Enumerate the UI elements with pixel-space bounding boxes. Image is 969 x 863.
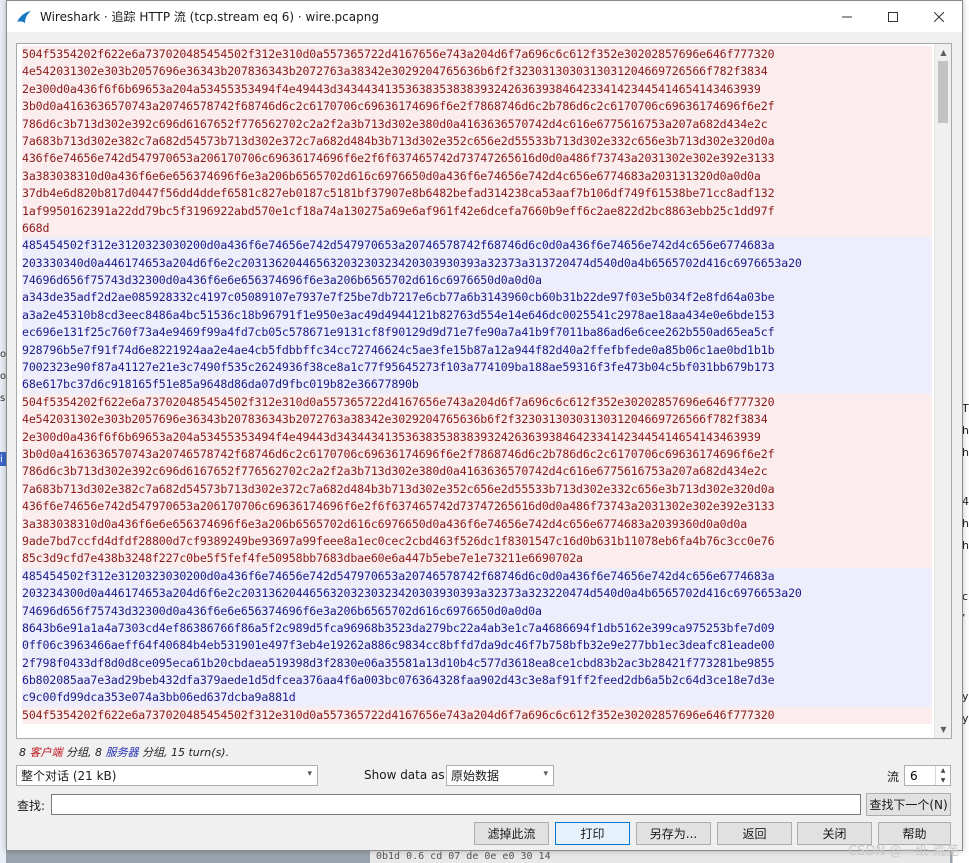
window-controls xyxy=(824,1,962,32)
spin-up-icon[interactable]: ▲ xyxy=(936,766,950,776)
server-stream-line: 2f798f0433df8d0d8ce095eca61b20cbdaea5193… xyxy=(22,654,932,673)
packets-word: 分组, xyxy=(142,746,168,759)
client-stream-line: 3b0d0a4163636570743a20746578742f68746d6c… xyxy=(22,445,932,464)
stream-number-value: 6 xyxy=(910,768,918,783)
server-stream-line: 7002323e90f87a41127e21e3c7490f535c262493… xyxy=(22,359,932,377)
close-icon[interactable] xyxy=(916,1,962,32)
client-stream-line: 85c3d9cfd7e438b3248f227c0be5f5fef4fe5095… xyxy=(22,550,932,568)
vertical-scrollbar[interactable]: ▲ ▼ xyxy=(934,44,951,738)
server-stream-line: ec696e131f25c760f73a4e9469f99a4fd7cb05c5… xyxy=(22,324,932,342)
client-stream-line: 504f5354202f622e6a737020485454502f312e31… xyxy=(22,706,932,725)
client-stream-line: 3b0d0a4163636570743a20746578742f68746d6c… xyxy=(22,98,932,116)
server-stream-line: 203234300d0a446174653a204d6f6e2c20313620… xyxy=(22,585,932,603)
client-stream-line: 786d6c3b713d302e392c696d6167652f77656270… xyxy=(22,115,932,133)
client-stream-line: 668d xyxy=(22,219,932,238)
bg-right-fragment: h xyxy=(962,517,969,530)
bg-right-fragment: h xyxy=(962,424,969,437)
stream-stats: 8 客户端 分组, 8 服务器 分组, 15 turn(s). xyxy=(19,744,229,760)
stream-content-pane[interactable]: 504f5354202f622e6a737020485454502f312e31… xyxy=(16,43,952,739)
client-stream-line: 3a383038310d0a436f6e6e656374696f6e3a206b… xyxy=(22,167,932,186)
spin-down-icon[interactable]: ▼ xyxy=(936,776,950,786)
minimize-icon[interactable] xyxy=(824,1,870,32)
client-stream-line: 436f6e74656e742d547970653a206170706c6963… xyxy=(22,498,932,516)
client-stream-line: 436f6e74656e742d547970653a206170706c6963… xyxy=(22,150,932,168)
packets-word: 分组, xyxy=(66,746,92,759)
client-stream-line: 4e542031302e303b2057696e36343b207836343b… xyxy=(22,63,932,81)
bg-left-fragment: s xyxy=(0,393,6,404)
server-stream-line: 74696d656f75743d32300d0a436f6e6e65637469… xyxy=(22,272,932,290)
server-stream-line: 485454502f312e3120323030200d0a436f6e7465… xyxy=(22,237,932,255)
server-stream-line: c9c00fd99dca353e074a3bb06ed637dcba9a881d xyxy=(22,689,932,707)
show-data-label: Show data as xyxy=(364,768,445,782)
client-stream-line: 4e542031302e303b2057696e36343b207836343b… xyxy=(22,411,932,429)
scroll-down-arrow-icon[interactable]: ▼ xyxy=(935,721,952,738)
client-stream-line: 504f5354202f622e6a737020485454502f312e31… xyxy=(22,46,932,64)
client-stream-line: 1af9950162391a22dd79bc5f3196922abd570e1c… xyxy=(22,202,932,220)
server-stream-line: 6b802085aa7e3ad29beb432dfa379aede1d5dfce… xyxy=(22,672,932,690)
chevron-down-icon: ▾ xyxy=(307,769,312,779)
back-button[interactable]: 返回 xyxy=(717,822,792,845)
stream-number-spinbox[interactable]: 6 ▲ ▼ xyxy=(904,765,951,786)
client-packet-count: 8 xyxy=(19,746,26,759)
find-next-button[interactable]: 查找下一个(N) xyxy=(866,793,951,816)
title-bar[interactable]: Wireshark · 追踪 HTTP 流 (tcp.stream eq 6) … xyxy=(7,1,962,32)
data-format-select[interactable]: 原始数据 ▾ xyxy=(446,765,554,786)
save-as-button[interactable]: 另存为... xyxy=(636,822,711,845)
window-title: Wireshark · 追踪 HTTP 流 (tcp.stream eq 6) … xyxy=(40,10,379,24)
client-stream-line: 9ade7bd7ccfd4dfdf28800d7cf9389249be93697… xyxy=(22,532,932,551)
bg-right-fragment: T xyxy=(962,402,969,415)
client-stream-line: 3a383038310d0a436f6e6e656374696f6e3a206b… xyxy=(22,515,932,533)
bg-right-fragment: 4 xyxy=(962,495,969,508)
server-stream-line: 485454502f312e3120323030200d0a436f6e7465… xyxy=(22,567,932,586)
stream-number-label: 流 xyxy=(887,770,900,784)
server-stream-line: 74696d656f75743d32300d0a436f6e6e65637469… xyxy=(22,602,932,620)
find-label: 查找: xyxy=(17,799,46,813)
data-format-select-value: 原始数据 xyxy=(451,769,500,783)
print-button[interactable]: 打印 xyxy=(555,822,630,845)
server-stream-line: 8643b6e91a1a4a7303cd4ef86386766f86a5f2c9… xyxy=(22,619,932,638)
client-stream-line: 786d6c3b713d302e392c696d6167652f77656270… xyxy=(22,463,932,481)
chevron-down-icon: ▾ xyxy=(543,769,548,779)
scrollbar-thumb[interactable] xyxy=(938,61,948,123)
server-label: 服务器 xyxy=(105,746,139,759)
csdn-watermark: CSDN @一纸-荒芜 xyxy=(848,844,959,859)
server-stream-line: 928796b5e7f91f74d6e8221924aa2e4ae4cb5fdb… xyxy=(22,341,932,360)
bg-right-fragment: h xyxy=(962,446,969,459)
maximize-icon[interactable] xyxy=(870,1,916,32)
client-stream-line: 7a683b713d302e382c7a682d54573b713d302e37… xyxy=(22,132,932,151)
client-stream-line: 504f5354202f622e6a737020485454502f312e31… xyxy=(22,393,932,412)
stream-text[interactable]: 504f5354202f622e6a737020485454502f312e31… xyxy=(22,46,932,736)
filter-out-stream-button[interactable]: 滤掉此流 xyxy=(474,822,549,845)
client-label: 客户端 xyxy=(29,746,63,759)
server-stream-line: 0ff06c3963466aeff64f40684b4eb531901e497f… xyxy=(22,637,932,655)
conversation-select[interactable]: 整个对话 (21 kB) ▾ xyxy=(16,765,318,786)
find-input[interactable] xyxy=(51,794,861,815)
client-stream-line: 2e300d0a436f6f6b69653a204a53455353494f4e… xyxy=(22,428,932,446)
client-stream-line: 37db4e6d820b817d0447f56dd4ddef6581c827eb… xyxy=(22,185,932,203)
server-stream-line: a3a2e45310b8cd3eec8486a4bc51536c18b96791… xyxy=(22,306,932,325)
server-stream-line: 203330340d0a446174653a204d6f6e2c20313620… xyxy=(22,254,932,273)
turns-count: 15 turn(s). xyxy=(171,746,230,759)
bg-right-fragment: h xyxy=(962,539,969,552)
server-stream-line: a343de35adf2d2ae085928332c4197c05089107e… xyxy=(22,289,932,307)
client-stream-line: 2e300d0a436f6f6b69653a204a53455353494f4e… xyxy=(22,80,932,99)
options-row: 整个对话 (21 kB) ▾ Show data as 原始数据 ▾ 流 6 ▲… xyxy=(7,765,964,789)
spin-arrows[interactable]: ▲ ▼ xyxy=(935,766,950,785)
conversation-select-value: 整个对话 (21 kB) xyxy=(21,769,117,783)
client-stream-line: 7a683b713d302e382c7a682d54573b713d302e37… xyxy=(22,480,932,499)
wireshark-fin-icon xyxy=(17,10,31,23)
bg-left-fragment: i xyxy=(0,454,3,465)
scroll-up-arrow-icon[interactable]: ▲ xyxy=(935,44,952,61)
server-stream-line: 68e617bc37d6c918165f51e85a9648d86da07d9f… xyxy=(22,376,932,394)
server-packet-count: 8 xyxy=(95,746,102,759)
follow-stream-window: Wireshark · 追踪 HTTP 流 (tcp.stream eq 6) … xyxy=(6,0,963,851)
